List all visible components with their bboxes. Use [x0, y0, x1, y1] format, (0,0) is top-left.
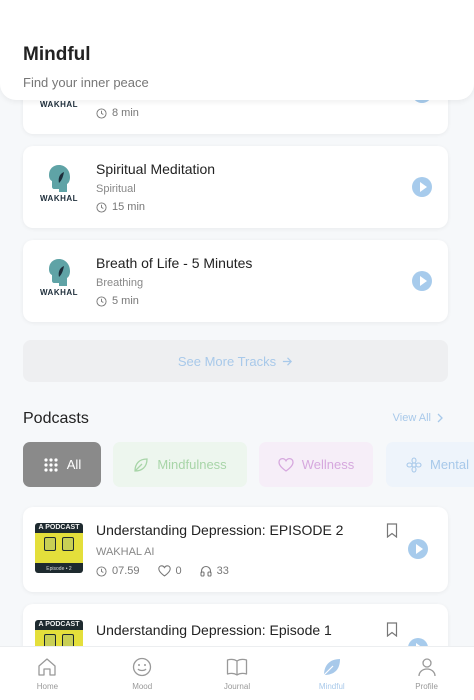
track-title: Breath of Life - 5 Minutes [96, 255, 253, 271]
head-leaf-icon [49, 165, 70, 192]
page-subtitle: Find your inner peace [23, 75, 149, 90]
nav-home[interactable]: Home [0, 647, 95, 700]
nav-label: Mood [132, 681, 153, 691]
podcasts-heading: Podcasts [23, 410, 89, 427]
view-all-link[interactable]: View All [393, 412, 444, 424]
chip-label: Mental [430, 457, 470, 472]
thumb-episode: Episode • 2 [46, 566, 72, 572]
chip-label: Wellness [301, 457, 355, 472]
grid-icon [44, 457, 58, 472]
filter-chip-all[interactable]: All [23, 442, 101, 487]
nav-label: Mindful [318, 681, 345, 691]
podcast-title: Understanding Depression: Episode 1 [96, 622, 332, 638]
flower-icon [406, 456, 422, 473]
smile-icon [133, 657, 152, 676]
headphones-icon [200, 565, 212, 577]
podcast-author: WAKHAL AI [96, 546, 155, 558]
play-button[interactable] [408, 539, 428, 559]
podcast-title: Understanding Depression: EPISODE 2 [96, 522, 344, 538]
book-icon [226, 658, 248, 676]
clock-icon [96, 565, 107, 577]
heart-icon [278, 457, 294, 472]
clock-icon [96, 107, 107, 119]
leaf-icon [323, 658, 340, 675]
track-duration: 5 min [96, 295, 139, 307]
podcast-stats: 07.59 0 33 [96, 565, 229, 577]
thumb-text: A PODCAST [38, 524, 80, 531]
heart-icon[interactable] [157, 565, 171, 577]
wakhal-logo: WAKHAL [39, 164, 79, 203]
head-leaf-icon [49, 259, 70, 286]
track-category: Spiritual [96, 183, 136, 195]
logo-text: WAKHAL [39, 288, 79, 297]
track-duration-text: 5 min [112, 295, 139, 307]
podcast-duration: 07.59 [112, 565, 140, 577]
nav-label: Home [36, 681, 59, 691]
see-more-label: See More Tracks [177, 353, 277, 369]
leaf-icon [134, 457, 148, 472]
play-button[interactable] [412, 177, 432, 197]
podcast-card[interactable]: A PODCAST Understanding Depression: Epis… [23, 604, 448, 646]
nav-label: Journal [223, 681, 251, 691]
see-more-tracks-button[interactable]: See More Tracks [23, 340, 448, 382]
track-duration: 15 min [96, 201, 145, 213]
play-button[interactable] [412, 271, 432, 291]
podcast-thumbnail: A PODCAST Episode • 2 [35, 523, 83, 573]
bookmark-icon[interactable] [386, 622, 398, 637]
bottom-navigation: Home Mood Journal Mindful Profile [0, 646, 474, 700]
logo-text: WAKHAL [39, 100, 79, 109]
track-title: Spiritual Meditation [96, 161, 216, 177]
track-card[interactable]: WAKHAL Breath of Life - 5 Minutes Breath… [23, 240, 448, 322]
logo-text: WAKHAL [39, 194, 79, 203]
podcast-listens: 33 [216, 565, 229, 577]
podcast-thumbnail: A PODCAST [35, 620, 83, 646]
nav-mood[interactable]: Mood [95, 647, 190, 700]
thumb-text: A PODCAST [38, 621, 80, 628]
play-button[interactable] [408, 638, 428, 646]
filter-chip-wellness[interactable]: Wellness [259, 442, 373, 487]
nav-profile[interactable]: Profile [379, 647, 474, 700]
filter-chip-mindfulness[interactable]: Mindfulness [113, 442, 247, 487]
chip-label: Mindfulness [157, 457, 227, 472]
podcast-likes: 0 [175, 565, 182, 577]
chevron-right-icon [437, 413, 443, 423]
page-header: Mindful Find your inner peace [0, 0, 474, 100]
page-title: Mindful [23, 44, 91, 65]
bookmark-icon[interactable] [386, 523, 398, 538]
clock-icon [96, 295, 107, 307]
arrow-right-icon [283, 356, 293, 366]
podcast-card[interactable]: A PODCAST Episode • 2 Understanding Depr… [23, 507, 448, 592]
wakhal-logo: WAKHAL [39, 258, 79, 297]
track-category: Breathing [96, 277, 144, 289]
chip-label: All [66, 457, 82, 472]
track-duration-text: 8 min [112, 107, 139, 119]
nav-label: Profile [415, 681, 438, 691]
filter-chip-mental[interactable]: Mental [386, 442, 474, 487]
view-all-label: View All [392, 412, 431, 424]
track-duration-text: 15 min [112, 201, 146, 213]
home-icon [38, 657, 57, 676]
clock-icon [96, 201, 107, 213]
track-duration: 8 min [96, 107, 139, 119]
nav-journal[interactable]: Journal [190, 647, 285, 700]
track-card[interactable]: WAKHAL Spiritual Meditation Spiritual 15… [23, 146, 448, 228]
nav-mindful[interactable]: Mindful [284, 647, 379, 700]
person-icon [417, 657, 436, 676]
